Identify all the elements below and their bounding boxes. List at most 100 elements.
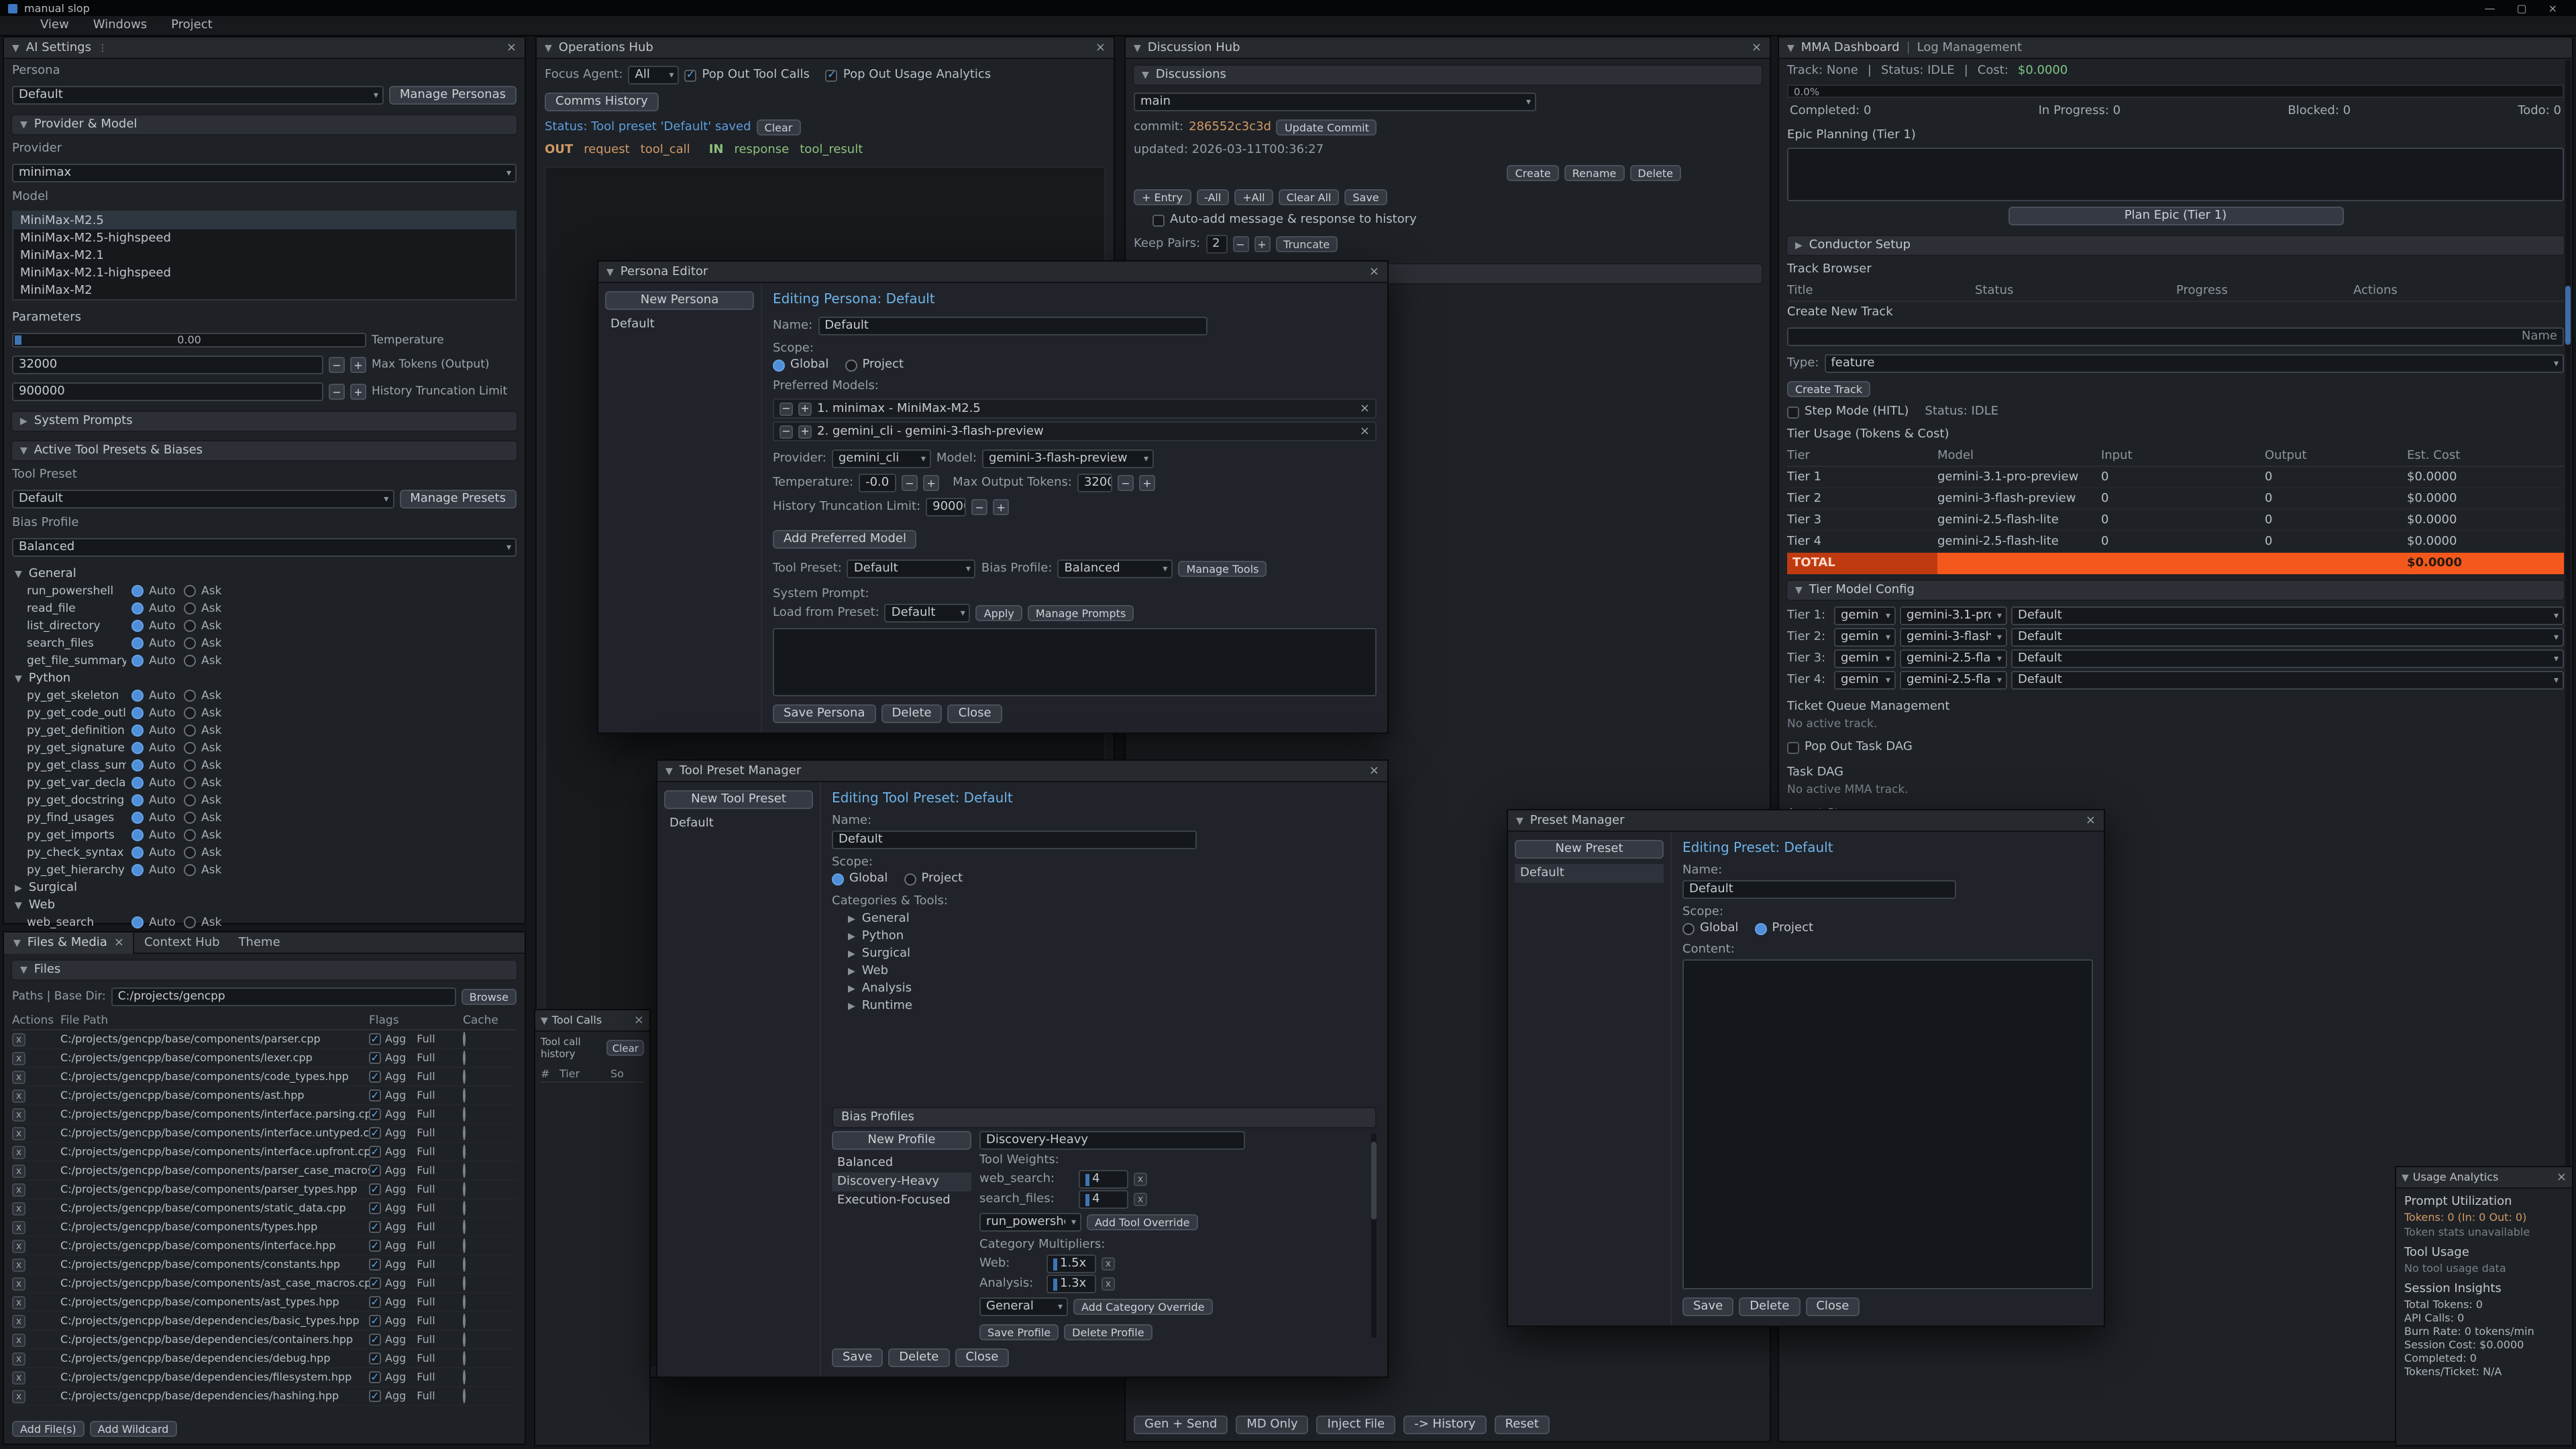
preset-list-item[interactable]: Default [1515, 864, 1664, 883]
save-button[interactable]: Save [832, 1348, 883, 1367]
close-icon[interactable]: × [1752, 41, 1762, 54]
agg-checkbox[interactable]: ✓ [369, 1202, 381, 1214]
pop-out-task-dag-checkbox[interactable]: ✓ [1787, 741, 1799, 753]
scope-global-radio[interactable] [773, 359, 785, 371]
history-limit-input[interactable]: 900000 [12, 382, 323, 401]
preset-name-input[interactable]: Default [832, 830, 1197, 849]
full-label[interactable]: Full [417, 1240, 435, 1252]
close-icon[interactable]: × [2086, 814, 2096, 827]
menu-item[interactable]: Project [171, 19, 213, 32]
auto-radio[interactable] [131, 777, 144, 789]
remove-file-button[interactable]: x [12, 1258, 25, 1271]
drag-handle[interactable] [1085, 1193, 1089, 1205]
tier-preset-select[interactable]: Default▾ [2011, 628, 2564, 647]
remove-model-icon[interactable]: × [1360, 425, 1370, 438]
pop-out-usage-checkbox[interactable]: ✓ [826, 69, 838, 81]
scrollbar[interactable] [1371, 1134, 1377, 1338]
load-preset-select[interactable]: Default▾ [885, 604, 971, 623]
increment-button[interactable]: + [1139, 475, 1155, 491]
history-limit-input[interactable]: 900000 [926, 498, 966, 517]
auto-radio[interactable] [131, 742, 144, 754]
ask-radio[interactable] [184, 742, 196, 754]
entry-button[interactable]: Save [1344, 189, 1387, 205]
rename-button[interactable]: Rename [1564, 165, 1625, 181]
agg-checkbox[interactable]: ✓ [369, 1277, 381, 1289]
bias-profile-list-item[interactable]: Discovery-Heavy [832, 1173, 971, 1191]
tab-context-hub[interactable]: Context Hub [135, 932, 229, 953]
ask-radio[interactable] [184, 916, 196, 928]
auto-radio[interactable] [131, 847, 144, 859]
remove-file-button[interactable]: x [12, 1126, 25, 1140]
save-profile-button[interactable]: Save Profile [979, 1324, 1059, 1340]
decrement-button[interactable]: − [902, 475, 918, 491]
full-label[interactable]: Full [417, 1277, 435, 1289]
tier-preset-select[interactable]: Default▾ [2011, 671, 2564, 690]
tier-preset-select[interactable]: Default▾ [2011, 649, 2564, 668]
agg-checkbox[interactable]: ✓ [369, 1334, 381, 1346]
close-icon[interactable]: × [2557, 1171, 2567, 1184]
manage-personas-button[interactable]: Manage Personas [389, 86, 517, 105]
tool-group-header[interactable]: ▼Python [4, 669, 525, 687]
tier-model-select[interactable]: gemini-3-flash-preview▾ [1900, 628, 2007, 647]
caret-down-icon[interactable]: ▼ [1134, 42, 1141, 53]
delete-button[interactable]: Delete [1739, 1297, 1800, 1316]
tier-provider-select[interactable]: gemini▾ [1834, 671, 1896, 690]
browse-button[interactable]: Browse [462, 989, 517, 1005]
caret-down-icon[interactable]: ▼ [1787, 42, 1794, 53]
remove-multiplier-button[interactable]: x [1102, 1277, 1115, 1291]
agg-checkbox[interactable]: ✓ [369, 1146, 381, 1158]
ask-radio[interactable] [184, 690, 196, 702]
epic-planning-textarea[interactable] [1787, 148, 2564, 201]
agg-checkbox[interactable]: ✓ [369, 1108, 381, 1120]
ask-radio[interactable] [184, 812, 196, 824]
pop-out-tool-calls-checkbox[interactable]: ✓ [685, 69, 697, 81]
bias-profile-list-item[interactable]: Balanced [832, 1154, 971, 1173]
add-wildcard-button[interactable]: Add Wildcard [90, 1421, 177, 1437]
provider-model-section[interactable]: ▼ Provider & Model [11, 114, 518, 136]
files-section[interactable]: ▼ Files [11, 959, 518, 981]
ask-radio[interactable] [184, 777, 196, 789]
full-label[interactable]: Full [417, 1371, 435, 1383]
tool-preset-select[interactable]: Default▾ [12, 490, 394, 508]
agg-checkbox[interactable]: ✓ [369, 1315, 381, 1327]
full-label[interactable]: Full [417, 1390, 435, 1402]
discussions-section[interactable]: ▼ Discussions [1132, 64, 1763, 86]
tool-group-header[interactable]: ▼Web [4, 896, 525, 914]
increment-button[interactable]: + [1254, 236, 1270, 252]
pe-tool-preset-select[interactable]: Default▾ [847, 559, 976, 578]
category-row[interactable]: ▶ Web [832, 962, 1377, 979]
clear-button[interactable]: Clear [757, 119, 801, 136]
move-up-button[interactable]: − [780, 402, 793, 415]
tab-log-management[interactable]: Log Management [1917, 41, 2022, 54]
full-label[interactable]: Full [417, 1165, 435, 1177]
remove-file-button[interactable]: x [12, 1277, 25, 1290]
full-label[interactable]: Full [417, 1089, 435, 1102]
scope-project-radio[interactable] [904, 873, 916, 885]
apply-button[interactable]: Apply [976, 605, 1022, 621]
close-button[interactable]: Close [955, 1348, 1009, 1367]
auto-radio[interactable] [131, 812, 144, 824]
tool-preset-list-item[interactable]: Default [664, 814, 813, 833]
category-override-select[interactable]: General▾ [979, 1297, 1068, 1316]
entry-button[interactable]: +All [1234, 189, 1273, 205]
create-button[interactable]: Create [1507, 165, 1559, 181]
auto-radio[interactable] [131, 724, 144, 737]
track-type-select[interactable]: feature▾ [1824, 354, 2564, 373]
tab-mma-dashboard[interactable]: MMA Dashboard [1801, 41, 1900, 54]
create-track-button[interactable]: Create Track [1787, 381, 1870, 397]
full-label[interactable]: Full [417, 1071, 435, 1083]
provider-select[interactable]: minimax▾ [12, 164, 517, 182]
caret-down-icon[interactable]: ▼ [12, 42, 19, 53]
auto-radio[interactable] [131, 707, 144, 719]
tier-model-select[interactable]: gemini-2.5-flash-lite▾ [1900, 671, 2007, 690]
auto-radio[interactable] [131, 585, 144, 597]
pe-bias-profile-select[interactable]: Balanced▾ [1057, 559, 1173, 578]
tool-group-header[interactable]: ▼General [4, 565, 525, 582]
temperature-slider[interactable]: 0.00 [12, 333, 366, 347]
max-tokens-input[interactable]: 32000 [12, 356, 323, 374]
increment-button[interactable]: + [350, 357, 366, 373]
tier-model-select[interactable]: gemini-3.1-pro-preview▾ [1900, 606, 2007, 625]
pe-model-select[interactable]: gemini-3-flash-preview▾ [982, 449, 1154, 468]
caret-down-icon[interactable]: ▼ [606, 266, 614, 277]
remove-file-button[interactable]: x [12, 1032, 25, 1046]
